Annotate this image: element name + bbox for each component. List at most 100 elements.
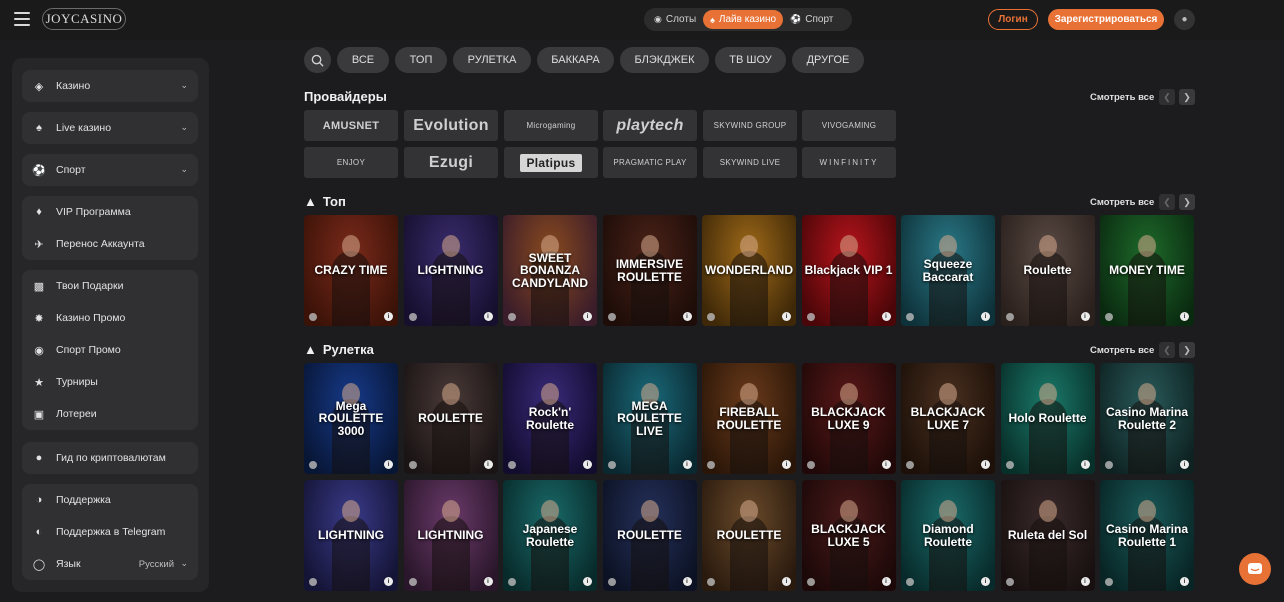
- filter-baccarat[interactable]: БАККАРА: [537, 47, 614, 73]
- top-see-all[interactable]: Смотреть все: [1090, 197, 1154, 208]
- provider-winfinity[interactable]: WINFINITY: [802, 147, 896, 178]
- provider-vivogaming[interactable]: VIVOGAMING: [802, 110, 896, 141]
- game-tile[interactable]: Casino Marina Roulette 2 i: [1100, 363, 1194, 474]
- next-arrow-icon[interactable]: ❯: [1179, 89, 1195, 105]
- tab-sport[interactable]: ⚽ Спорт: [783, 10, 840, 29]
- game-tile[interactable]: IMMERSIVE ROULETTE i: [602, 215, 697, 326]
- info-icon[interactable]: i: [1080, 460, 1090, 469]
- sidebar-item-casino[interactable]: ◈ Казино ⌄: [22, 70, 198, 102]
- filter-other[interactable]: ДРУГОЕ: [792, 47, 864, 73]
- info-icon[interactable]: i: [981, 312, 990, 321]
- provider-platipus[interactable]: Platipus: [504, 147, 598, 178]
- info-icon[interactable]: i: [881, 577, 891, 586]
- game-tile[interactable]: MONEY TIME i: [1100, 215, 1194, 326]
- info-icon[interactable]: i: [384, 312, 393, 321]
- info-icon[interactable]: i: [1080, 577, 1090, 586]
- menu-icon[interactable]: [14, 12, 30, 26]
- info-icon[interactable]: i: [1180, 460, 1189, 469]
- sidebar-item-language[interactable]: ◯ Язык Русский ⌄: [22, 548, 198, 580]
- info-icon[interactable]: i: [1180, 312, 1189, 321]
- provider-amusnet[interactable]: AMUSNET: [304, 110, 398, 141]
- register-button[interactable]: Зарегистрироваться: [1048, 9, 1164, 30]
- info-icon[interactable]: i: [583, 577, 592, 586]
- info-icon[interactable]: i: [782, 460, 791, 469]
- sidebar-item-support[interactable]: ◑ Поддержка: [22, 484, 198, 516]
- game-tile[interactable]: FIREBALL ROULETTE i: [702, 363, 796, 474]
- login-button[interactable]: Логин: [988, 9, 1038, 30]
- game-tile[interactable]: Japanese Roulette i: [503, 480, 597, 591]
- search-button[interactable]: [304, 47, 331, 73]
- filter-top[interactable]: ТОП: [395, 47, 447, 73]
- sidebar-item-live-casino[interactable]: ♠ Live казино ⌄: [22, 112, 198, 144]
- info-icon[interactable]: i: [483, 577, 493, 586]
- sidebar-item-crypto-guide[interactable]: ● Гид по криптовалютам: [22, 442, 198, 474]
- game-tile[interactable]: Rock'n' Roulette i: [503, 363, 597, 474]
- sidebar-item-telegram-support[interactable]: ◐ Поддержка в Telegram: [22, 516, 198, 548]
- info-icon[interactable]: i: [881, 312, 891, 321]
- info-icon[interactable]: i: [483, 460, 493, 469]
- info-icon[interactable]: i: [682, 312, 692, 321]
- prev-arrow-icon[interactable]: ❮: [1159, 342, 1175, 358]
- next-arrow-icon[interactable]: ❯: [1179, 194, 1195, 210]
- provider-playtech[interactable]: playtech: [603, 110, 697, 141]
- game-tile[interactable]: ROULETTE i: [602, 480, 697, 591]
- game-tile[interactable]: ROULETTE i: [702, 480, 796, 591]
- info-icon[interactable]: i: [981, 460, 990, 469]
- game-tile[interactable]: LIGHTNING i: [403, 480, 498, 591]
- provider-pragmatic[interactable]: PRAGMATIC PLAY: [603, 147, 697, 178]
- provider-enjoy[interactable]: ENJOY: [304, 147, 398, 178]
- info-icon[interactable]: i: [981, 577, 990, 586]
- game-tile[interactable]: Squeeze Baccarat i: [901, 215, 995, 326]
- provider-evolution[interactable]: Evolution: [404, 110, 498, 141]
- game-tile[interactable]: CRAZY TIME i: [304, 215, 398, 326]
- info-icon[interactable]: i: [682, 460, 692, 469]
- info-icon[interactable]: i: [384, 577, 393, 586]
- game-tile[interactable]: BLACKJACK LUXE 5 i: [801, 480, 896, 591]
- sidebar-item-sport[interactable]: ⚽ Спорт ⌄: [22, 154, 198, 186]
- sidebar-item-vip[interactable]: ♦ VIP Программа: [22, 196, 198, 228]
- tab-slots[interactable]: ◉ Слоты: [647, 10, 703, 29]
- next-arrow-icon[interactable]: ❯: [1179, 342, 1195, 358]
- filter-roulette[interactable]: РУЛЕТКА: [453, 47, 531, 73]
- game-tile[interactable]: BLACKJACK LUXE 9 i: [801, 363, 896, 474]
- user-icon[interactable]: ●: [1174, 9, 1195, 30]
- sidebar-item-lotteries[interactable]: ▣ Лотереи: [22, 398, 198, 430]
- game-tile[interactable]: SWEET BONANZA CANDYLAND i: [503, 215, 597, 326]
- game-tile[interactable]: Diamond Roulette i: [901, 480, 995, 591]
- filter-blackjack[interactable]: БЛЭКДЖЕК: [620, 47, 709, 73]
- game-tile[interactable]: LIGHTNING i: [403, 215, 498, 326]
- filter-all[interactable]: ВСЕ: [337, 47, 389, 73]
- info-icon[interactable]: i: [1080, 312, 1090, 321]
- chat-button[interactable]: [1239, 553, 1271, 585]
- providers-see-all[interactable]: Смотреть все: [1090, 92, 1154, 103]
- prev-arrow-icon[interactable]: ❮: [1159, 89, 1175, 105]
- provider-microgaming[interactable]: Microgaming: [504, 110, 598, 141]
- sidebar-item-gifts[interactable]: ▩ Твои Подарки: [22, 270, 198, 302]
- info-icon[interactable]: i: [583, 460, 592, 469]
- sidebar-item-sport-promo[interactable]: ◉ Спорт Промо: [22, 334, 198, 366]
- info-icon[interactable]: i: [881, 460, 891, 469]
- filter-tv-show[interactable]: ТВ ШОУ: [715, 47, 786, 73]
- info-icon[interactable]: i: [1180, 577, 1189, 586]
- game-tile[interactable]: Ruleta del Sol i: [1000, 480, 1095, 591]
- game-tile[interactable]: Blackjack VIP 1 i: [801, 215, 896, 326]
- game-tile[interactable]: Holo Roulette i: [1000, 363, 1095, 474]
- game-tile[interactable]: Mega ROULETTE 3000 i: [304, 363, 398, 474]
- game-tile[interactable]: Casino Marina Roulette 1 i: [1100, 480, 1194, 591]
- sidebar-item-tournaments[interactable]: ★ Турниры: [22, 366, 198, 398]
- tab-live-casino[interactable]: ♠ Лайв казино: [703, 10, 784, 29]
- info-icon[interactable]: i: [782, 312, 791, 321]
- provider-skywind-group[interactable]: SKYWIND GROUP: [703, 110, 797, 141]
- roulette-see-all[interactable]: Смотреть все: [1090, 345, 1154, 356]
- info-icon[interactable]: i: [384, 460, 393, 469]
- game-tile[interactable]: MEGA ROULETTE LIVE i: [602, 363, 697, 474]
- prev-arrow-icon[interactable]: ❮: [1159, 194, 1175, 210]
- provider-skywind-live[interactable]: SKYWIND LIVE: [703, 147, 797, 178]
- info-icon[interactable]: i: [483, 312, 493, 321]
- info-icon[interactable]: i: [583, 312, 592, 321]
- game-tile[interactable]: ROULETTE i: [403, 363, 498, 474]
- info-icon[interactable]: i: [782, 577, 791, 586]
- logo[interactable]: JOYCASINO: [42, 8, 126, 30]
- game-tile[interactable]: WONDERLAND i: [702, 215, 796, 326]
- info-icon[interactable]: i: [682, 577, 692, 586]
